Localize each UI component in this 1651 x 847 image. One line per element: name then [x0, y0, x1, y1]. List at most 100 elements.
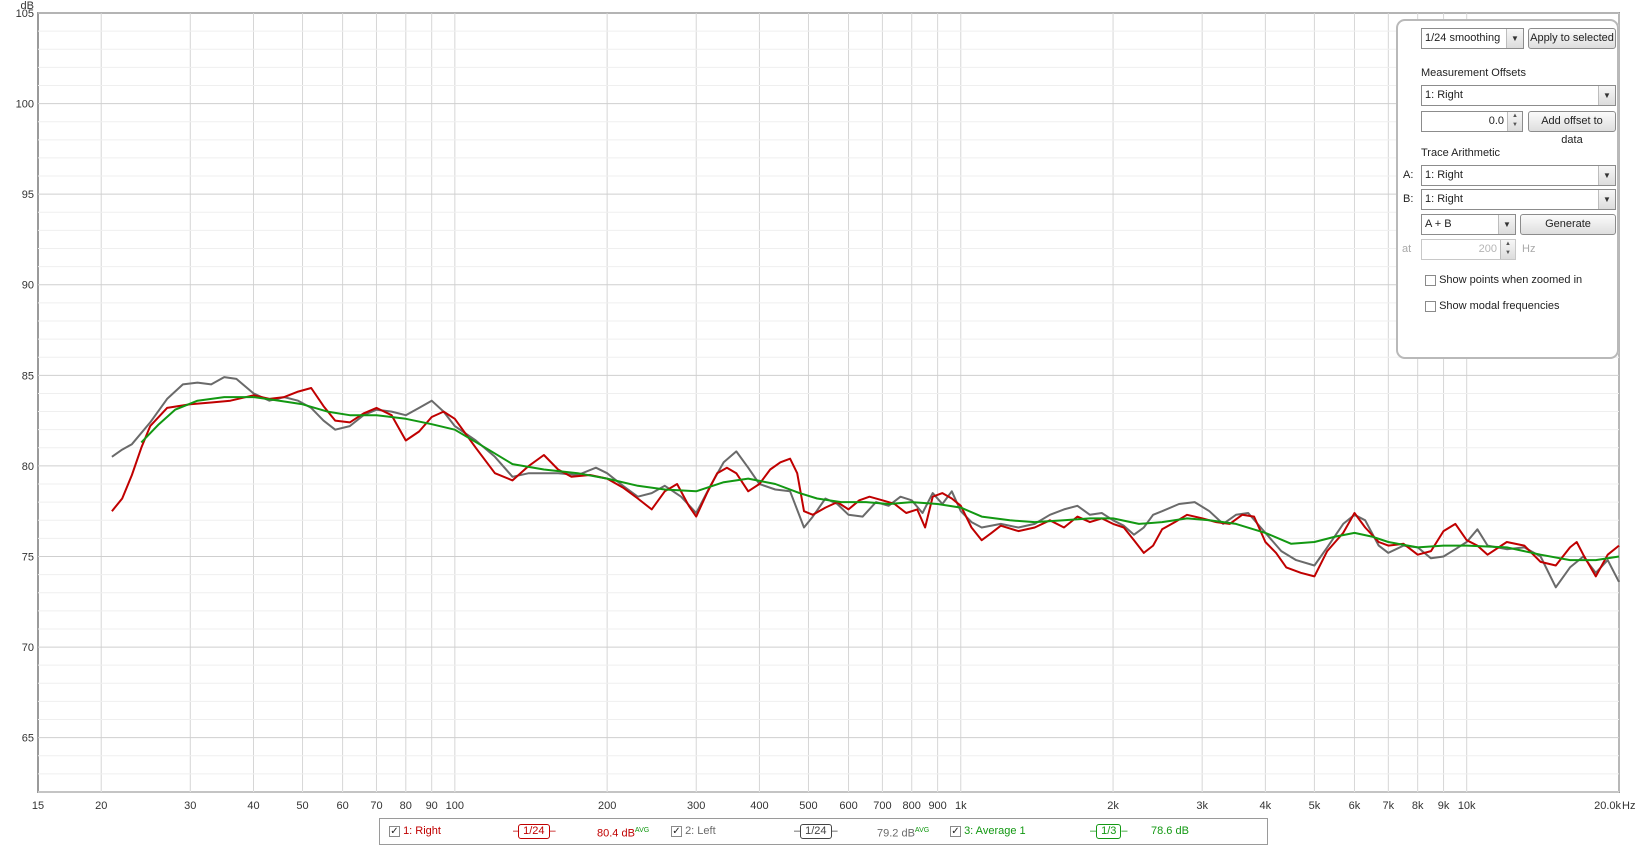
- legend-level-right: 80.4 dBAVG: [597, 824, 649, 841]
- legend-avg-right: AVG: [634, 827, 650, 834]
- x-tick-label: 500: [799, 800, 817, 812]
- x-tick-label: 5k: [1309, 800, 1321, 812]
- x-tick-label: 30: [184, 800, 196, 812]
- legend-smoothing-left[interactable]: –1/24–: [794, 824, 838, 839]
- legend-label-left: 2: Left: [685, 825, 716, 837]
- y-tick-label: 95: [22, 189, 34, 201]
- trace-arithmetic-heading: Trace Arithmetic: [1421, 147, 1501, 159]
- x-tick-label: 80: [400, 800, 412, 812]
- apply-to-selected-button[interactable]: Apply to selected: [1528, 28, 1616, 49]
- x-tick-label: 7k: [1383, 800, 1395, 812]
- legend-level-value-average: 78.6 dB: [1151, 825, 1189, 837]
- operation-select[interactable]: A + B ▼: [1421, 214, 1516, 235]
- at-frequency-stepper: 200 ▲ ▼: [1421, 239, 1516, 260]
- measurement-legend: ✓ 1: Right –1/24– 80.4 dBAVG ✓ 2: Left –…: [379, 818, 1268, 845]
- x-tick-label: 600: [839, 800, 857, 812]
- y-tick-label: 100: [16, 99, 34, 111]
- legend-checkbox-average[interactable]: ✓: [950, 825, 961, 837]
- chevron-down-icon[interactable]: ▼: [1598, 166, 1615, 185]
- show-points-checkbox[interactable]: [1425, 274, 1436, 286]
- legend-level-value-left: 79.2 dB: [877, 827, 915, 840]
- x-tick-label: 200: [598, 800, 616, 812]
- offset-value: 0.0: [1488, 115, 1504, 127]
- smoothing-badge-left: 1/24: [800, 824, 832, 839]
- x-tick-label: 70: [370, 800, 382, 812]
- at-label: at: [1402, 243, 1412, 255]
- legend-avg-left: AVG: [914, 827, 930, 834]
- measurement-offsets-heading: Measurement Offsets: [1421, 67, 1526, 79]
- chevron-down-icon[interactable]: ▼: [1498, 215, 1515, 234]
- x-tick-label: 1k: [955, 800, 967, 812]
- x-tick-label: 8k: [1412, 800, 1424, 812]
- legend-smoothing-right[interactable]: –1/24–: [513, 824, 556, 839]
- x-tick-label: 800: [903, 800, 921, 812]
- trace-a-label: A:: [1403, 169, 1414, 181]
- x-tick-label: 100: [446, 800, 464, 812]
- control-panel: 1/24 smoothing ▼ Apply to selected Measu…: [1396, 19, 1619, 359]
- x-tick-label: 3k: [1196, 800, 1208, 812]
- legend-item-average[interactable]: ✓ 3: Average 1: [950, 824, 1026, 838]
- spinner-arrows-icon[interactable]: ▲ ▼: [1507, 112, 1522, 131]
- show-points-option[interactable]: Show points when zoomed in: [1425, 274, 1582, 286]
- legend-smoothing-average[interactable]: –1/3–: [1090, 824, 1128, 839]
- x-unit-label: Hz: [1622, 800, 1635, 812]
- trace-b-select[interactable]: 1: Right ▼: [1421, 189, 1616, 210]
- x-tick-label: 20.0k: [1594, 800, 1621, 812]
- smoothing-badge-average: 1/3: [1096, 824, 1122, 839]
- offset-measurement-value: 1: Right: [1425, 89, 1463, 101]
- generate-button[interactable]: Generate: [1520, 214, 1616, 235]
- x-tick-label: 700: [873, 800, 891, 812]
- x-tick-label: 4k: [1260, 800, 1272, 812]
- trace-b-label: B:: [1403, 193, 1414, 205]
- show-modal-checkbox[interactable]: [1425, 300, 1436, 312]
- chevron-down-icon[interactable]: ▼: [1506, 29, 1523, 48]
- offset-measurement-select[interactable]: 1: Right ▼: [1421, 85, 1616, 106]
- plot-area: [37, 12, 1620, 793]
- x-tick-label: 6k: [1349, 800, 1361, 812]
- x-tick-label: 50: [296, 800, 308, 812]
- smoothing-badge-right: 1/24: [518, 824, 550, 839]
- y-tick-label: 80: [22, 461, 34, 473]
- legend-item-right[interactable]: ✓ 1: Right: [389, 824, 441, 838]
- y-tick-label: 90: [22, 280, 34, 292]
- legend-label-right: 1: Right: [403, 825, 441, 837]
- x-tick-label: 60: [336, 800, 348, 812]
- chevron-down-icon[interactable]: ▼: [1598, 190, 1615, 209]
- legend-item-left[interactable]: ✓ 2: Left: [671, 824, 716, 838]
- show-points-label: Show points when zoomed in: [1439, 274, 1583, 286]
- show-modal-option[interactable]: Show modal frequencies: [1425, 300, 1560, 312]
- spinner-arrows-icon: ▲ ▼: [1500, 240, 1515, 259]
- at-unit-label: Hz: [1522, 243, 1536, 255]
- offset-value-stepper[interactable]: 0.0 ▲ ▼: [1421, 111, 1523, 132]
- at-frequency-value: 200: [1478, 243, 1497, 255]
- y-tick-label: 65: [22, 733, 34, 745]
- trace-a-select[interactable]: 1: Right ▼: [1421, 165, 1616, 186]
- legend-level-value-right: 80.4 dB: [597, 827, 635, 840]
- x-tick-label: 900: [928, 800, 946, 812]
- operation-value: A + B: [1425, 218, 1452, 230]
- x-tick-label: 15: [32, 800, 44, 812]
- x-tick-label: 40: [247, 800, 259, 812]
- legend-checkbox-right[interactable]: ✓: [389, 825, 400, 837]
- trace-a-value: 1: Right: [1425, 169, 1463, 181]
- y-unit-label: dB: [21, 0, 34, 12]
- show-modal-label: Show modal frequencies: [1439, 300, 1560, 312]
- trace-b-value: 1: Right: [1425, 193, 1463, 205]
- add-offset-button[interactable]: Add offset to data: [1528, 111, 1616, 146]
- x-tick-label: 400: [750, 800, 768, 812]
- chevron-down-icon[interactable]: ▼: [1598, 86, 1615, 105]
- x-tick-label: 9k: [1438, 800, 1450, 812]
- y-tick-label: 75: [22, 551, 34, 563]
- smoothing-select-value: 1/24 smoothing: [1425, 32, 1501, 44]
- legend-checkbox-left[interactable]: ✓: [671, 825, 682, 837]
- y-tick-label: 70: [22, 642, 34, 654]
- legend-level-left: 79.2 dBAVG: [877, 824, 929, 841]
- legend-label-average: 3: Average 1: [964, 825, 1026, 837]
- x-tick-label: 90: [426, 800, 438, 812]
- x-tick-label: 300: [687, 800, 705, 812]
- y-tick-label: 85: [22, 370, 34, 382]
- x-tick-label: 2k: [1107, 800, 1119, 812]
- smoothing-select[interactable]: 1/24 smoothing ▼: [1421, 28, 1524, 49]
- legend-level-average: 78.6 dB: [1151, 824, 1189, 838]
- x-tick-label: 20: [95, 800, 107, 812]
